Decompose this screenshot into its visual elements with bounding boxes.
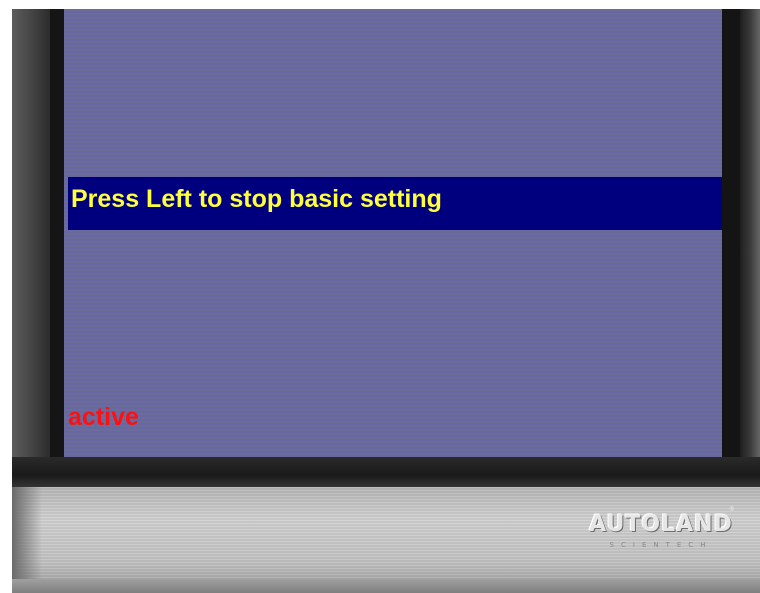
- left-bezel: [12, 9, 50, 457]
- scanner-device: Press Left to stop basic setting active …: [12, 9, 760, 593]
- panel-edge: [12, 487, 42, 593]
- left-bezel-inner: [50, 9, 64, 457]
- right-bezel: [740, 9, 760, 457]
- message-banner: Press Left to stop basic setting: [68, 177, 722, 230]
- status-indicator: active: [68, 403, 139, 431]
- screen-bottom-frame: [12, 457, 760, 487]
- brand-logo: ® AUTOLAND SCIENTECH: [586, 507, 736, 565]
- brand-tagline: SCIENTECH: [609, 541, 713, 549]
- brand-name: AUTOLAND: [589, 512, 733, 537]
- message-text: Press Left to stop basic setting: [71, 185, 442, 213]
- lcd-screen: Press Left to stop basic setting active: [64, 9, 722, 457]
- registered-mark: ®: [729, 507, 734, 513]
- brushed-metal-panel: ® AUTOLAND SCIENTECH: [12, 487, 760, 593]
- panel-bottom-strip: [12, 579, 760, 593]
- right-bezel-inner: [722, 9, 740, 457]
